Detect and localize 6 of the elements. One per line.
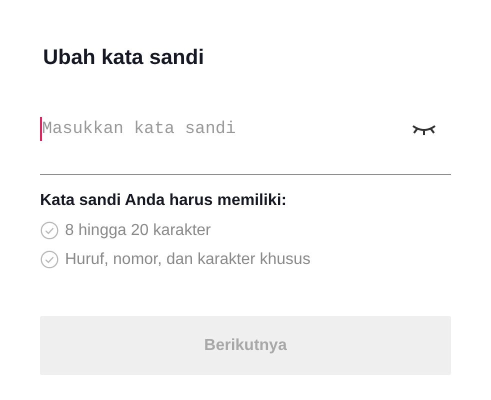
password-field[interactable]: Masukkan kata sandi (42, 120, 411, 138)
requirement-text: 8 hingga 20 karakter (65, 222, 211, 240)
eye-closed-icon[interactable] (411, 123, 437, 135)
requirement-text: Huruf, nomor, dan karakter khusus (65, 250, 310, 268)
page-title: Ubah kata sandi (43, 45, 206, 71)
requirements-heading: Kata sandi Anda harus memiliki: (40, 191, 288, 211)
